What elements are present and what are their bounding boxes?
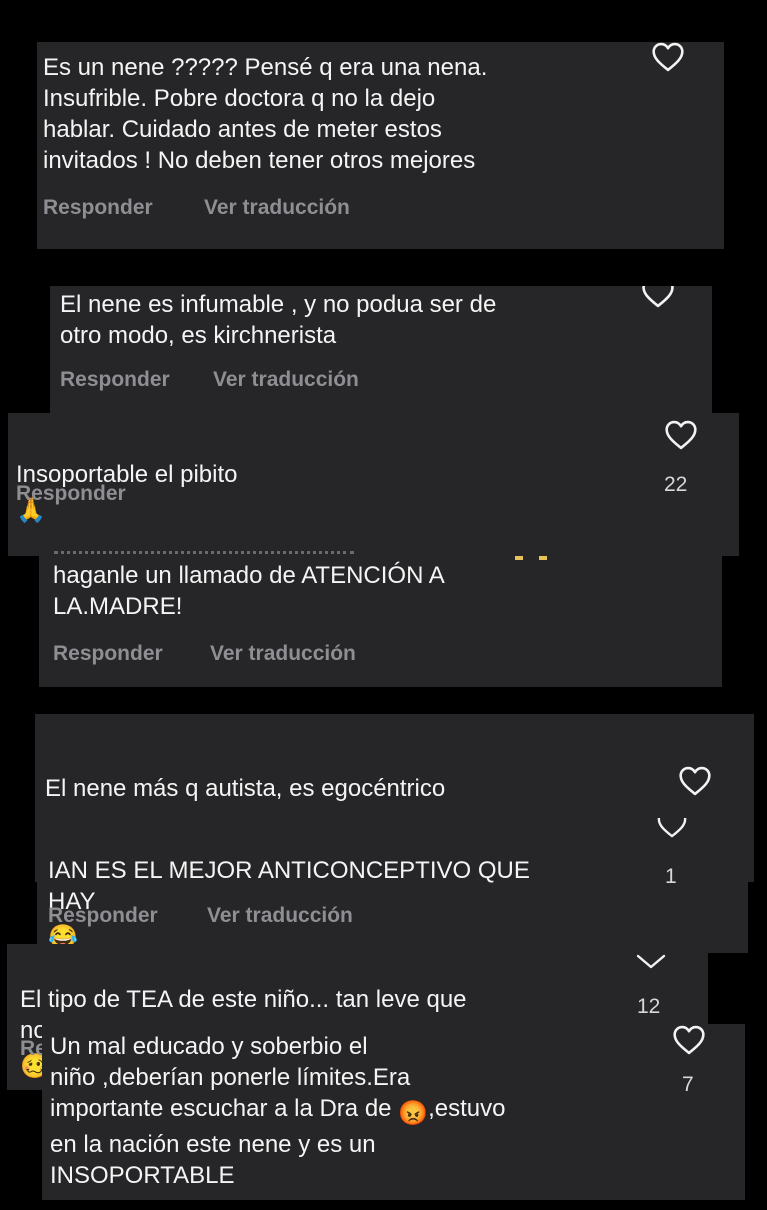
like-count: 22 [664, 473, 688, 496]
reply-button-fragment[interactable]: Re [20, 1037, 42, 1061]
reply-button[interactable]: Responder [48, 904, 158, 928]
comment-text: El nene más q autista, es egocéntrico [45, 775, 446, 802]
comment-card-4: haganle un llamado de ATENCIÓN A LA.MADR… [39, 556, 722, 687]
comment-text: Un mal educado y soberbio el niño ,deber… [50, 1031, 505, 1191]
heart-outline-icon[interactable] [678, 766, 712, 796]
hidden-overlap-fragment [54, 546, 354, 556]
see-translation-button[interactable]: Ver traducción [207, 904, 353, 928]
angry-face-emoji: 😡 [398, 1100, 429, 1127]
reply-button[interactable]: Responder [16, 482, 126, 506]
comment-text: El nene es infumable , y no podua ser de… [60, 291, 497, 349]
see-translation-button[interactable]: Ver traducción [213, 368, 359, 392]
comment-text: haganle un llamado de ATENCIÓN A LA.MADR… [53, 562, 445, 620]
like-count: 12 [637, 995, 661, 1018]
heart-outline-icon[interactable] [672, 1025, 706, 1055]
see-translation-button[interactable]: Ver traducción [210, 642, 356, 666]
comment-card-8: Un mal educado y soberbio el niño ,deber… [42, 1024, 745, 1200]
reply-button[interactable]: Responder [43, 196, 153, 220]
see-translation-button[interactable]: Ver traducción [204, 196, 350, 220]
comment-text-before: Un mal educado y soberbio el niño ,deber… [50, 1033, 411, 1122]
reply-button[interactable]: Responder [53, 642, 163, 666]
reply-button[interactable]: Responder [60, 368, 170, 392]
heart-outline-icon[interactable] [651, 42, 685, 72]
comment-card-2: El nene es infumable , y no podua ser de… [50, 286, 712, 416]
comment-text: Es un nene ????? Pensé q era una nena. I… [43, 54, 488, 174]
comment-text: Insoportable el pibito 🙏 [16, 428, 237, 526]
heart-outline-icon[interactable] [655, 818, 689, 838]
like-count: 1 [665, 865, 677, 888]
comment-card-1: Es un nene ????? Pensé q era una nena. I… [37, 42, 724, 249]
heart-outline-icon[interactable] [641, 286, 675, 308]
ellipsis-fragment [515, 556, 555, 560]
like-count: 7 [682, 1073, 694, 1096]
chevron-down-icon[interactable] [635, 953, 667, 971]
comment-card-3: Insoportable el pibito 🙏 Responder 22 [8, 413, 739, 556]
heart-outline-icon[interactable] [664, 420, 698, 450]
comment-card-6: IAN ES EL MEJOR ANTICONCEPTIVO QUE HAY 😂… [37, 818, 748, 953]
comment-text: IAN ES EL MEJOR ANTICONCEPTIVO QUE HAY 😂 [48, 824, 530, 953]
